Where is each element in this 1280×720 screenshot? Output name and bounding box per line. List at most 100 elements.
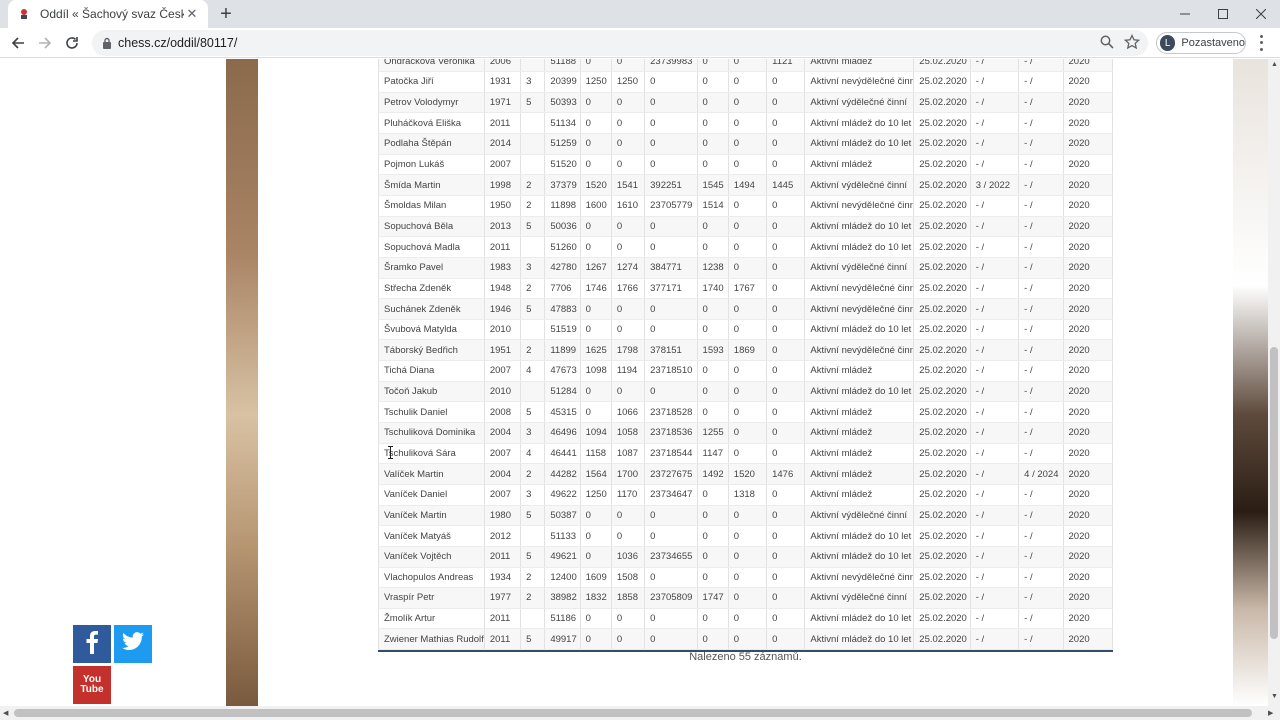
table-cell: Aktivní mládež do 10 let: [804, 112, 915, 135]
horizontal-scrollbar[interactable]: ◀ ▶: [0, 706, 1280, 720]
table-cell: 0: [697, 484, 729, 506]
table-cell: 4: [520, 360, 546, 382]
browser-menu-icon[interactable]: [1253, 33, 1269, 53]
table-cell: - /: [970, 278, 1020, 300]
table-cell: 51188: [544, 59, 581, 73]
table-cell: 2007: [484, 154, 522, 176]
table-cell: 2020: [1063, 278, 1113, 300]
minimize-button[interactable]: [1166, 0, 1204, 28]
table-cell: 51186: [544, 608, 581, 630]
vertical-scrollbar[interactable]: ▲ ▼: [1268, 59, 1280, 706]
scroll-right-icon[interactable]: ▶: [1268, 709, 1273, 717]
table-cell: - /: [970, 360, 1020, 382]
back-button[interactable]: [7, 32, 29, 54]
table-cell: Aktivní nevýdělečné činní: [804, 195, 915, 217]
tab-close-icon[interactable]: ✕: [184, 6, 200, 22]
horizontal-scroll-thumb[interactable]: [14, 709, 1252, 717]
avatar: L: [1160, 35, 1176, 51]
table-cell: 0: [644, 319, 698, 341]
browser-tab[interactable]: Oddíl « Šachový svaz České repu ✕: [8, 0, 208, 28]
youtube-button[interactable]: You Tube: [73, 666, 111, 704]
table-cell: 1609: [580, 567, 612, 589]
table-cell: 5: [520, 546, 546, 568]
table-cell: 0: [697, 360, 729, 382]
table-cell: 1058: [611, 422, 646, 444]
background-image-right: [1233, 59, 1268, 706]
page-content: Ondráčková Veronika 2006 51188 0 0 23739983 0 0…: [0, 59, 1268, 706]
table-cell: 0: [728, 360, 768, 382]
bookmark-star-icon[interactable]: [1123, 33, 1141, 55]
table-cell: Aktivní mládež: [804, 360, 915, 382]
scroll-left-icon[interactable]: ◀: [3, 709, 8, 717]
table-cell: 25.02.2020: [913, 257, 971, 279]
table-cell: 5: [520, 92, 546, 114]
table-cell: 0: [697, 525, 729, 547]
table-cell: 2011: [484, 112, 522, 135]
scroll-down-icon[interactable]: ▼: [1271, 693, 1278, 700]
table-cell: 0: [766, 112, 806, 135]
vertical-scroll-thumb[interactable]: [1270, 347, 1278, 639]
scroll-up-icon[interactable]: ▲: [1271, 61, 1278, 68]
zoom-icon[interactable]: [1100, 35, 1114, 54]
table-cell: 0: [766, 422, 806, 444]
table-row: Vaníček Daniel 2007 3 49622 1250 1170 23734647…: [378, 484, 1113, 506]
facebook-icon: [83, 630, 101, 659]
table-cell: 1948: [484, 278, 522, 300]
table-cell: 0: [697, 112, 729, 135]
table-cell: 0: [580, 505, 612, 527]
table-cell: 0: [728, 505, 768, 527]
member-name-cell: Valíček Martin: [378, 463, 485, 485]
table-cell: 2011: [484, 546, 522, 568]
table-cell: Aktivní mládež: [804, 154, 915, 176]
table-cell: 0: [728, 443, 768, 465]
table-cell: [520, 236, 546, 258]
table-cell: - /: [1018, 319, 1064, 341]
records-found-text: Nalezeno 55 záznamů.: [689, 651, 802, 663]
table-row: Vraspír Petr 1977 2 38982 1832 1858 23705809 17…: [378, 587, 1113, 609]
table-cell: 7706: [544, 278, 581, 300]
table-cell: - /: [1018, 587, 1064, 609]
address-bar[interactable]: chess.cz/oddil/80117/: [92, 30, 1148, 56]
table-cell: 12400: [544, 567, 581, 589]
twitter-button[interactable]: [114, 625, 152, 663]
table-cell: 2020: [1063, 567, 1113, 589]
table-cell: 0: [697, 567, 729, 589]
table-cell: 25.02.2020: [913, 463, 971, 485]
lock-icon[interactable]: [102, 36, 112, 54]
table-cell: 23739983: [644, 59, 698, 73]
table-cell: 1238: [697, 257, 729, 279]
new-tab-button[interactable]: +: [216, 4, 236, 24]
table-cell: 25.02.2020: [913, 422, 971, 444]
table-row: Střecha Zdeněk 1948 2 7706 1746 1766 377171 174…: [378, 278, 1113, 300]
table-cell: 2020: [1063, 505, 1113, 527]
table-row: Švubová Matylda 2010 51519 0 0 0 0 0 0 Aktivní ml…: [378, 319, 1113, 341]
table-cell: 0: [728, 71, 768, 93]
window-close-button[interactable]: [1242, 0, 1280, 28]
table-cell: 0: [766, 587, 806, 609]
table-cell: 1600: [580, 195, 612, 217]
maximize-button[interactable]: [1204, 0, 1242, 28]
table-cell: - /: [970, 112, 1020, 135]
member-name-cell: Tichá Diana: [378, 360, 485, 382]
table-cell: 0: [644, 236, 698, 258]
table-cell: 1746: [580, 278, 612, 300]
table-cell: 0: [766, 484, 806, 506]
table-cell: - /: [1018, 257, 1064, 279]
member-name-cell: Šmoldas Milan: [378, 195, 485, 217]
table-cell: 1593: [697, 339, 729, 362]
table-cell: 2: [520, 278, 546, 300]
table-cell: 1255: [697, 422, 729, 444]
table-cell: 23705809: [644, 587, 698, 609]
profile-button[interactable]: L Pozastaveno: [1156, 32, 1246, 54]
table-cell: 3: [520, 484, 546, 506]
table-cell: - /: [970, 195, 1020, 217]
table-cell: - /: [970, 525, 1020, 547]
table-cell: 0: [580, 401, 612, 424]
table-cell: 0: [644, 525, 698, 547]
table-row: Šmoldas Milan 1950 2 11898 1600 1610 23705779 1…: [378, 195, 1113, 217]
forward-button[interactable]: [34, 32, 56, 54]
reload-button[interactable]: [61, 32, 83, 54]
facebook-button[interactable]: [73, 625, 111, 663]
browser-toolbar: chess.cz/oddil/80117/ L Pozastaveno: [0, 28, 1280, 58]
table-cell: 51520: [544, 154, 581, 176]
